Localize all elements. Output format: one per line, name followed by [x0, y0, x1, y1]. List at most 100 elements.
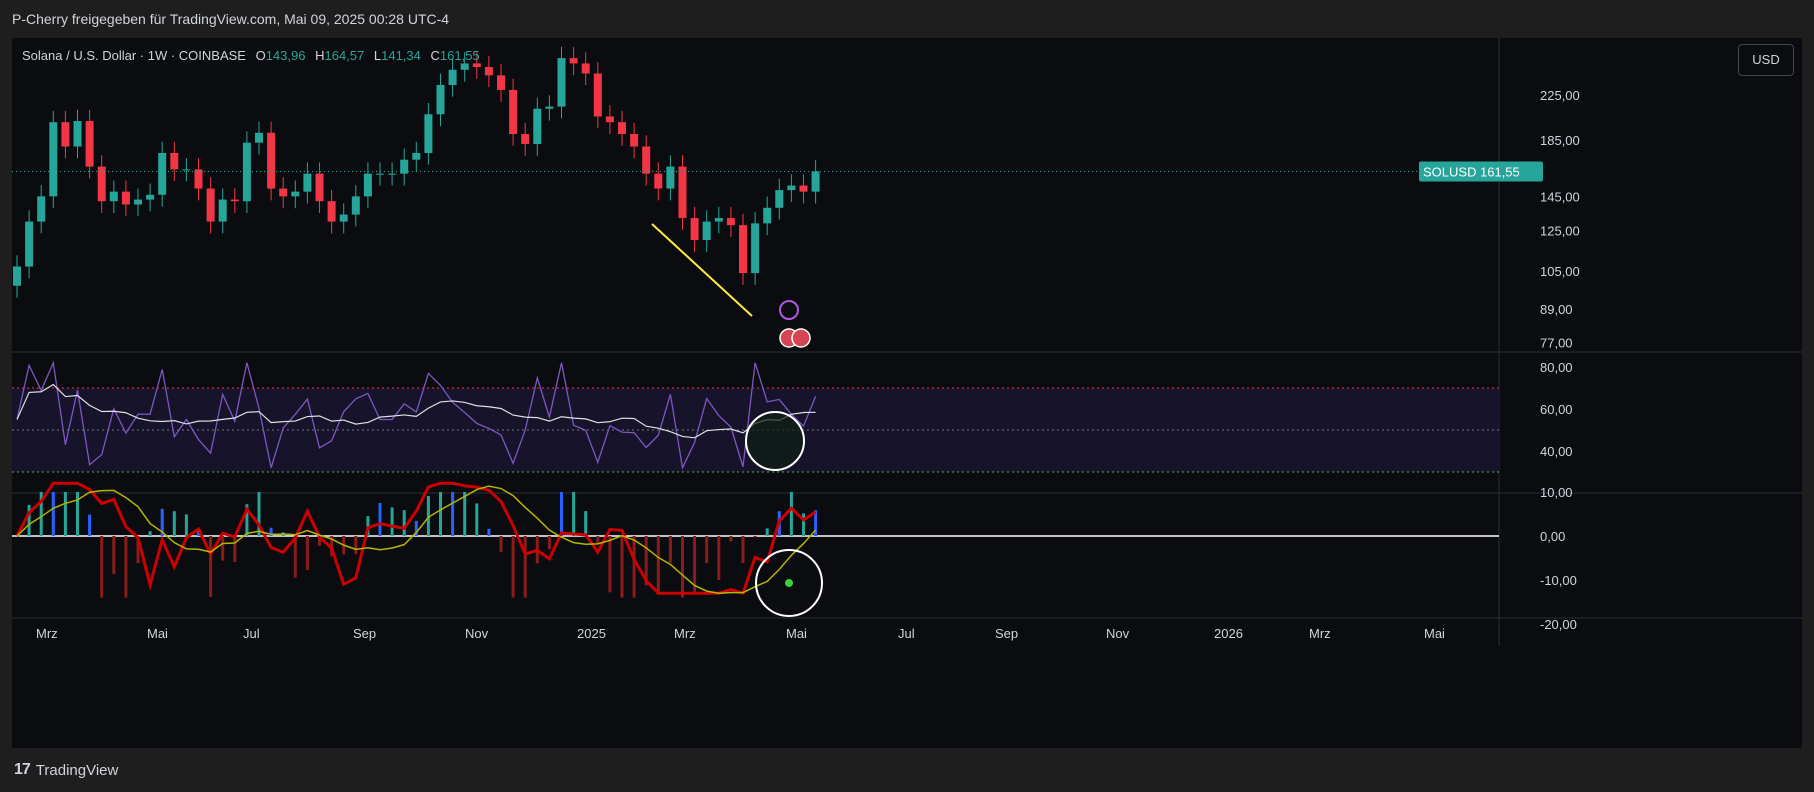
- candle-body: [351, 196, 360, 215]
- macd-histogram-bar: [668, 536, 672, 563]
- tradingview-logo[interactable]: 17 TradingView: [14, 761, 118, 779]
- candle: [702, 210, 711, 252]
- macd-tick-label: -10,00: [1540, 573, 1577, 588]
- candle-body: [569, 58, 578, 64]
- rsi-tick-label: 60,00: [1540, 402, 1573, 417]
- price-chart-svg[interactable]: 225,00 185,00 145,00 125,00 105,00 89,00 77,00…: [12, 38, 1802, 748]
- candle-body: [194, 169, 203, 189]
- candle-body: [73, 121, 82, 147]
- candle-body: [751, 223, 760, 274]
- current-price-symbol: SOLUSD: [1423, 164, 1476, 179]
- macd-histogram-bar: [209, 536, 213, 597]
- candle: [388, 162, 397, 186]
- time-axis-label: Mrz: [1309, 626, 1331, 641]
- candle: [654, 162, 663, 201]
- lightning-icon: [779, 300, 799, 320]
- candle-body: [811, 171, 820, 192]
- macd-tick-label: -20,00: [1540, 617, 1577, 632]
- macd-histogram-bar: [547, 536, 551, 550]
- time-axis-label: Sep: [995, 626, 1018, 641]
- currency-button[interactable]: USD: [1738, 44, 1794, 76]
- time-axis-label: Jul: [243, 626, 260, 641]
- price-tick-label: 145,00: [1540, 189, 1580, 204]
- candle: [158, 141, 167, 207]
- candle: [497, 64, 505, 102]
- candle-body: [85, 121, 94, 167]
- candle: [255, 121, 263, 155]
- candle: [811, 160, 820, 204]
- candle-body: [642, 146, 651, 174]
- candle: [436, 73, 445, 127]
- candle-body: [25, 221, 34, 267]
- macd-histogram-bar: [148, 531, 152, 536]
- time-axis-label: Jul: [898, 626, 915, 641]
- candle: [726, 206, 735, 237]
- macd-histogram-bar: [487, 528, 491, 536]
- close-label: C: [430, 48, 440, 63]
- candle-body: [545, 106, 554, 109]
- price-tick-label: 105,00: [1540, 264, 1580, 279]
- candle: [121, 180, 130, 217]
- candle: [134, 188, 142, 217]
- candle: [509, 78, 518, 146]
- candle-body: [206, 188, 215, 222]
- macd-histogram-bar: [523, 536, 527, 598]
- macd-histogram-bar: [729, 536, 733, 542]
- candle-body: [158, 152, 167, 195]
- candle-body: [497, 75, 505, 90]
- close-value: 161,55: [439, 48, 480, 63]
- macd-histogram-bar: [378, 503, 382, 536]
- macd-histogram-bar: [705, 536, 709, 564]
- candle: [642, 135, 651, 186]
- candle: [690, 206, 699, 252]
- candle: [630, 122, 639, 159]
- macd-histogram-bar: [233, 536, 237, 563]
- candle: [557, 46, 566, 119]
- candle: [218, 188, 227, 234]
- macd-histogram-bar: [475, 503, 479, 536]
- candle: [424, 102, 433, 165]
- candle: [666, 155, 675, 201]
- macd-histogram-bar: [802, 513, 805, 536]
- macd-histogram-bar: [124, 536, 128, 598]
- macd-histogram-bar: [390, 507, 394, 536]
- candle-body: [714, 218, 723, 222]
- macd-histogram-bar: [451, 492, 455, 536]
- candle: [751, 212, 760, 285]
- candle: [593, 62, 602, 129]
- candle: [25, 210, 34, 279]
- macd-tick-label: 10,00: [1540, 485, 1573, 500]
- symbol-legend: Solana / U.S. Dollar · 1W · COINBASE O14…: [22, 48, 480, 63]
- candle-body: [739, 225, 747, 274]
- candle-body: [327, 201, 336, 222]
- candle: [376, 162, 384, 186]
- macd-histogram-bar: [293, 536, 297, 578]
- candle-body: [581, 63, 590, 74]
- candle-body: [424, 114, 433, 153]
- us-flag-icon: [791, 328, 811, 348]
- macd-cross-marker: [785, 579, 793, 587]
- candle: [739, 213, 747, 285]
- macd-histogram-bar: [753, 536, 757, 538]
- candle-body: [303, 173, 312, 192]
- candle: [533, 97, 542, 156]
- macd-histogram-bar: [741, 536, 745, 564]
- candle-body: [666, 166, 675, 189]
- rsi-highlight-circle: [745, 411, 805, 471]
- candle-body: [654, 173, 663, 189]
- price-tick-label: 125,00: [1540, 224, 1580, 239]
- candle: [581, 52, 590, 86]
- candle-body: [146, 194, 155, 200]
- candle: [339, 203, 348, 234]
- candle-body: [799, 185, 808, 192]
- chart-area[interactable]: 225,00 185,00 145,00 125,00 105,00 89,00 77,00…: [12, 38, 1802, 748]
- candle: [799, 174, 808, 204]
- macd-histogram-bar: [596, 536, 600, 544]
- macd-tick-label: 0,00: [1540, 529, 1565, 544]
- candle-body: [557, 58, 566, 107]
- candle-body: [484, 67, 493, 76]
- candle-body: [279, 188, 288, 197]
- candle: [279, 177, 288, 209]
- time-axis-label: Sep: [353, 626, 376, 641]
- candle-body: [134, 199, 142, 205]
